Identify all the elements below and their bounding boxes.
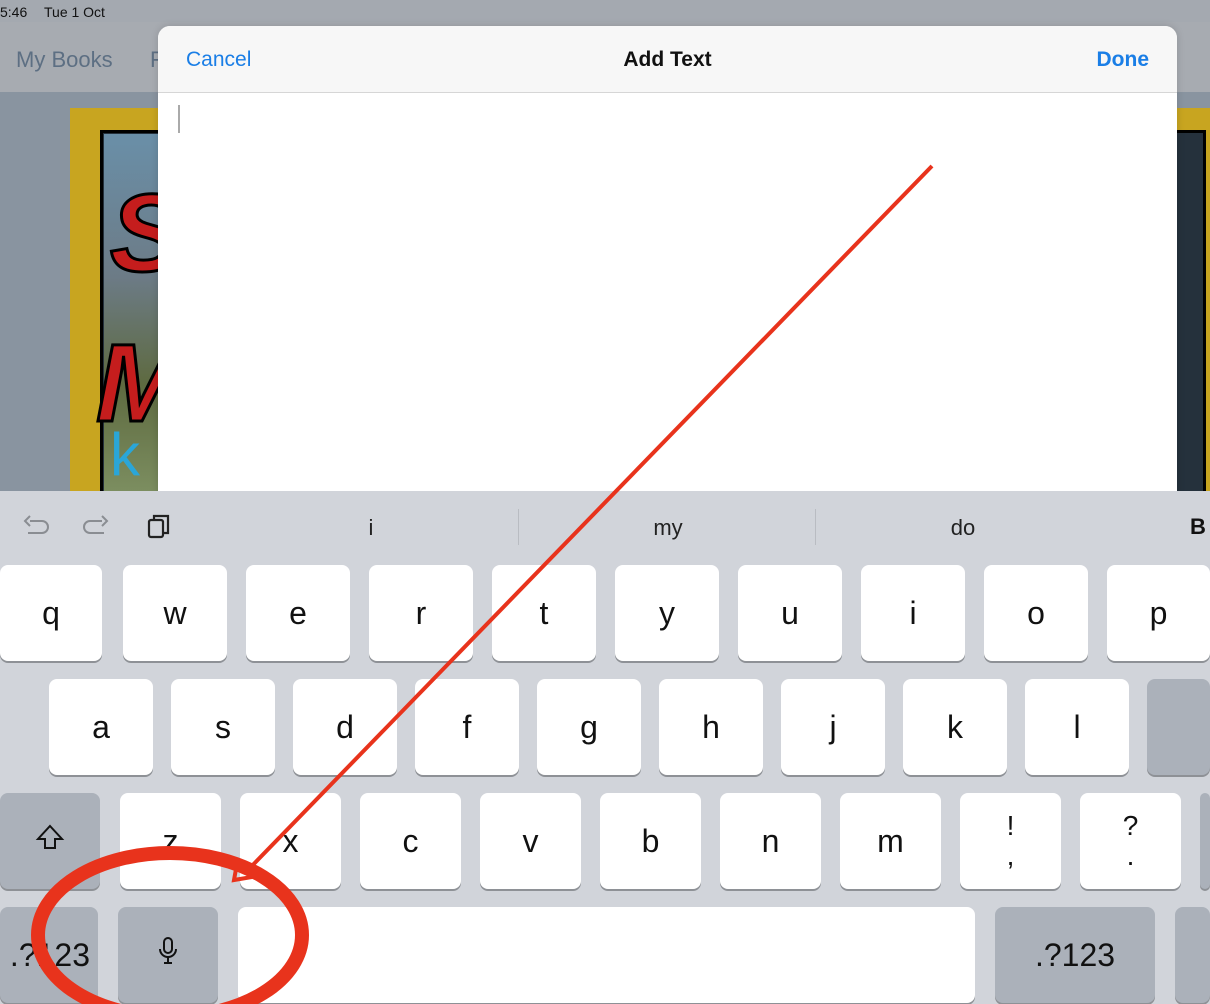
key-t[interactable]: t [492,565,596,661]
shift-icon [35,822,65,860]
key-bottom-char: , [1006,840,1015,871]
key-y[interactable]: y [615,565,719,661]
key-n[interactable]: n [720,793,821,889]
key-exclaim-comma[interactable]: !, [960,793,1061,889]
key-r[interactable]: r [369,565,473,661]
onscreen-keyboard: i my do B q w e r t y u i o p a s d f g … [0,491,1210,1004]
key-d[interactable]: d [293,679,397,775]
key-shift[interactable] [0,793,100,889]
key-j[interactable]: j [781,679,885,775]
key-f[interactable]: f [415,679,519,775]
key-w[interactable]: w [123,565,227,661]
key-hide-keyboard[interactable] [1175,907,1210,1003]
key-u[interactable]: u [738,565,842,661]
key-e[interactable]: e [246,565,350,661]
microphone-icon [157,936,179,974]
suggestion-1[interactable]: i [361,515,381,541]
book-cover-letter-k: k [110,421,140,488]
suggestion-3[interactable]: do [940,515,986,541]
status-time: 5:46 [0,4,28,20]
key-numbers-left[interactable]: .?123 [0,907,98,1003]
key-m[interactable]: m [840,793,941,889]
key-q[interactable]: q [0,565,102,661]
suggestion-divider [815,509,816,545]
status-bar: 5:46 Tue 1 Oct [0,0,1210,22]
key-x[interactable]: x [240,793,341,889]
key-space[interactable] [238,907,975,1003]
key-g[interactable]: g [537,679,641,775]
status-date: Tue 1 Oct [44,4,105,20]
bold-button[interactable]: B [1190,514,1206,540]
keyboard-shortcut-bar: i my do B [0,491,1210,563]
suggestion-2[interactable]: my [640,515,696,541]
key-return[interactable] [1147,679,1210,775]
key-top-char: ! [1006,810,1015,841]
key-numbers-right[interactable]: .?123 [995,907,1155,1003]
key-a[interactable]: a [49,679,153,775]
key-k[interactable]: k [903,679,1007,775]
key-p[interactable]: p [1107,565,1210,661]
dialog-title: Add Text [623,48,712,71]
redo-icon[interactable] [82,513,110,546]
add-text-dialog: Cancel Add Text Done [158,26,1177,496]
key-dictation[interactable] [118,907,218,1003]
key-i[interactable]: i [861,565,965,661]
dialog-header: Cancel Add Text Done [158,26,1177,93]
text-caret [178,105,180,133]
my-books-link[interactable]: My Books [16,47,113,73]
suggestion-divider [518,509,519,545]
key-s[interactable]: s [171,679,275,775]
text-input-area[interactable] [158,93,1177,496]
done-button[interactable]: Done [1097,48,1150,72]
key-top-char: ? [1122,810,1139,841]
key-o[interactable]: o [984,565,1088,661]
key-shift-right[interactable] [1200,793,1210,889]
undo-icon[interactable] [22,513,50,546]
key-l[interactable]: l [1025,679,1129,775]
key-h[interactable]: h [659,679,763,775]
key-c[interactable]: c [360,793,461,889]
key-b[interactable]: b [600,793,701,889]
key-bottom-char: . [1126,840,1135,871]
key-question-period[interactable]: ?. [1080,793,1181,889]
key-z[interactable]: z [120,793,221,889]
paste-icon[interactable] [146,513,172,548]
key-v[interactable]: v [480,793,581,889]
